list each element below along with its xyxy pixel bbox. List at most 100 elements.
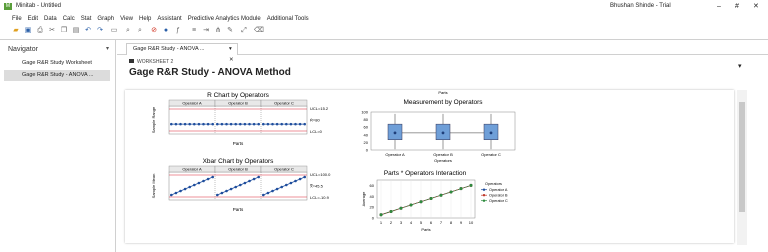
lcl-label: LCL=0 (310, 129, 323, 134)
clear-icon[interactable]: ⌫ (254, 27, 264, 35)
data-point (248, 122, 251, 126)
data-point (188, 185, 191, 189)
data-point (206, 122, 210, 126)
close-window-button[interactable]: ✕ (753, 0, 759, 13)
menu-graph[interactable]: Graph (97, 13, 114, 25)
redo-icon[interactable]: ↷ (96, 27, 104, 35)
menu-edit[interactable]: Edit (28, 13, 38, 25)
x-axis-label: Operators (434, 158, 452, 163)
data-point (179, 189, 182, 193)
data-point (170, 122, 173, 126)
x-tick-label: 2 (390, 220, 393, 225)
x-tick-label: 5 (420, 220, 423, 225)
print-icon[interactable]: ⎙ (36, 27, 44, 35)
brush-icon[interactable]: ✎ (226, 27, 234, 35)
data-point (266, 191, 270, 195)
menu-help[interactable]: Help (139, 13, 151, 25)
data-point (183, 187, 187, 191)
y-tick-label: 40 (364, 132, 369, 137)
x-tick-label: 3 (400, 220, 403, 225)
function-icon[interactable]: ƒ (174, 27, 182, 35)
data-point (197, 122, 201, 126)
link-icon[interactable]: ⤢ (240, 27, 248, 35)
data-point (206, 177, 210, 181)
data-point (248, 179, 251, 183)
panel-label: Operator C (274, 166, 294, 171)
menu-assistant[interactable]: Assistant (157, 13, 181, 25)
data-point (459, 187, 463, 191)
minimize-button[interactable]: – (717, 0, 721, 13)
measurement-by-operators-chart: Parts Measurement by Operators 0 20 40 60 80 10… (361, 90, 516, 163)
gage-rr-charts: R Chart by Operators Operator A Operator B… (151, 90, 516, 232)
x-tick-label: 7 (440, 220, 443, 225)
menu-data[interactable]: Data (44, 13, 57, 25)
save-icon[interactable]: ▣ (24, 27, 32, 35)
data-point (285, 183, 288, 187)
median-point (489, 131, 493, 135)
undo-icon[interactable]: ↶ (84, 27, 92, 35)
menu-file[interactable]: File (12, 13, 22, 25)
series-line (171, 176, 213, 196)
data-point (234, 122, 237, 126)
chevron-down-icon[interactable]: ▾ (106, 45, 109, 52)
maximize-button[interactable]: # (735, 0, 739, 13)
menu-calc[interactable]: Calc (63, 13, 75, 25)
y-tick-label: 80 (364, 117, 369, 122)
worksheet-icon (129, 59, 134, 63)
data-point (409, 203, 413, 207)
data-point (275, 187, 279, 191)
data-point (298, 177, 302, 181)
open-folder-icon[interactable]: ▰ (12, 27, 20, 35)
paste-icon[interactable]: ▤ (72, 27, 80, 35)
replace-icon[interactable]: ⌕ (136, 27, 144, 35)
user-name[interactable]: Bhushan Shinde - Trial (610, 0, 671, 13)
series-line (263, 176, 305, 196)
x-axis-label: Parts (233, 207, 244, 212)
rows-icon[interactable]: ⇥ (202, 27, 210, 35)
data-point (220, 122, 224, 126)
navigator-item-worksheet[interactable]: Gage R&R Study Worksheet (4, 58, 110, 69)
arrange-icon[interactable]: ⋔ (214, 27, 222, 35)
help-icon[interactable]: ● (162, 27, 170, 35)
menu-predictive-analytics[interactable]: Predictive Analytics Module (188, 13, 261, 25)
data-point (257, 122, 260, 126)
y-axis-label: Average (361, 191, 366, 207)
top-label: Parts (438, 90, 447, 95)
data-point (243, 122, 247, 126)
median-point (441, 131, 445, 135)
data-point (239, 183, 242, 187)
copy-icon[interactable]: ❐ (60, 27, 68, 35)
interaction-chart: Parts * Operators Interaction 1 2 3 4 5 6 7 8 9 10… (361, 170, 508, 232)
data-point (271, 189, 274, 193)
collapse-chevron-icon[interactable]: ▾ (738, 62, 742, 70)
data-point (252, 122, 256, 126)
navigator-header: Navigator (8, 46, 38, 53)
chart-title: R Chart by Operators (207, 92, 270, 99)
data-point (216, 193, 219, 197)
scrollbar-thumb[interactable] (739, 102, 745, 212)
find-icon[interactable]: ⌕ (124, 27, 132, 35)
data-point (303, 122, 306, 126)
cut-icon[interactable]: ✂ (48, 27, 56, 35)
navigator-item-label: Gage R&R Study Worksheet (22, 60, 92, 66)
x-tick-label: 10 (469, 220, 474, 225)
close-tab-icon[interactable]: ▾ ✕ (229, 44, 237, 66)
tab-gage-rr[interactable]: Gage R&R Study - ANOVA ... ▾ ✕ (126, 43, 238, 63)
data-point (439, 193, 443, 197)
y-tick-label: 100 (361, 110, 368, 115)
navigator-item-anova[interactable]: Gage R&R Study - ANOVA ... (4, 70, 110, 81)
panel-label: Operator B (228, 100, 248, 105)
menu-view[interactable]: View (120, 13, 133, 25)
worksheet-icon[interactable]: ▭ (110, 27, 118, 35)
x-axis-label: Parts (421, 227, 430, 232)
data-point (275, 122, 279, 126)
data-point (298, 122, 302, 126)
page-title: Gage R&R Study - ANOVA Method (129, 67, 291, 78)
data-point (229, 122, 233, 126)
data-point (193, 122, 196, 126)
data-point (469, 183, 473, 187)
menu-additional-tools[interactable]: Additional Tools (267, 13, 309, 25)
cancel-icon[interactable]: ⊘ (150, 27, 158, 35)
menu-stat[interactable]: Stat (81, 13, 92, 25)
column-icon[interactable]: ≡ (190, 27, 198, 35)
